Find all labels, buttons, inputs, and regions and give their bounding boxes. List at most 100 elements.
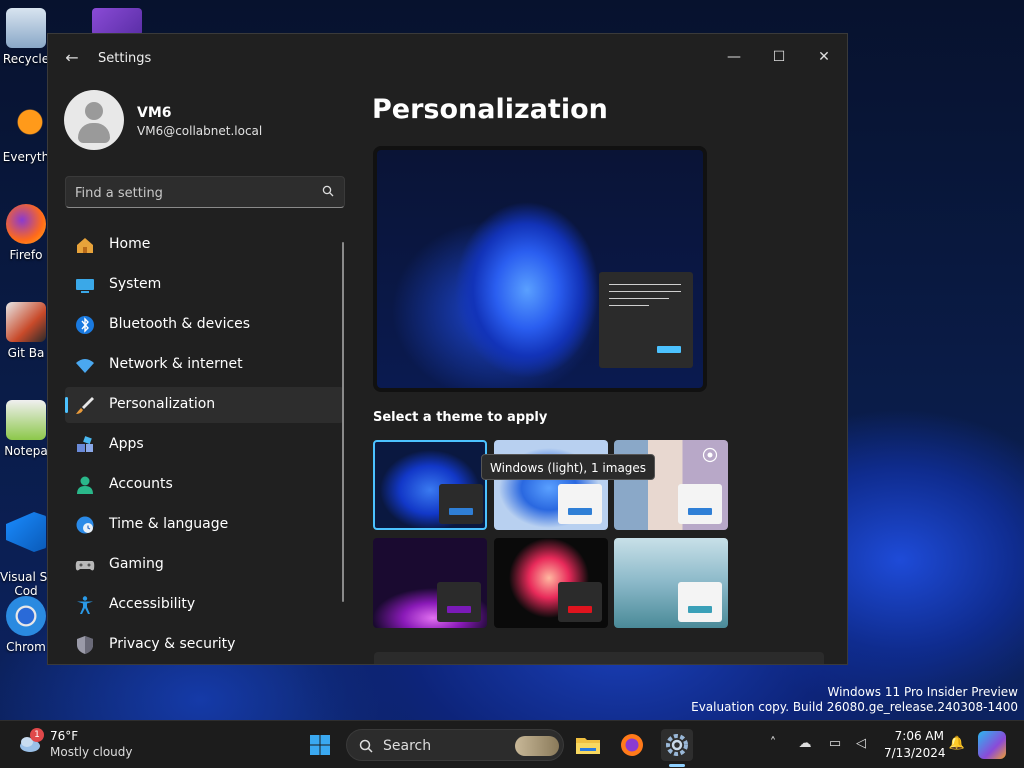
sidebar-item-bluetooth[interactable]: Bluetooth & devices xyxy=(65,307,344,343)
recycle-bin-icon xyxy=(6,8,46,48)
avatar xyxy=(64,90,124,150)
wifi-icon xyxy=(76,359,94,373)
shield-icon xyxy=(77,636,93,654)
active-app-indicator xyxy=(669,764,685,767)
desktop-icon-label: Notepa xyxy=(4,444,48,458)
sidebar-item-privacy-security[interactable]: Privacy & security xyxy=(65,627,344,663)
sidebar-item-label: System xyxy=(109,276,162,292)
spotlight-camera-icon xyxy=(702,447,718,463)
folder-icon xyxy=(576,738,600,754)
globe-clock-icon xyxy=(76,516,94,534)
sidebar-item-label: Time & language xyxy=(109,516,229,532)
active-indicator xyxy=(65,397,68,413)
user-email: VM6@collabnet.local xyxy=(137,124,263,138)
theme-tooltip: Windows (light), 1 images xyxy=(481,454,656,480)
back-button[interactable]: ← xyxy=(62,48,82,68)
settings-taskbar-button[interactable] xyxy=(661,729,693,761)
minimize-button[interactable]: — xyxy=(712,42,756,72)
start-button[interactable] xyxy=(304,729,336,761)
search-icon xyxy=(359,739,373,753)
sidebar-item-apps[interactable]: Apps xyxy=(65,427,344,463)
settings-card[interactable] xyxy=(374,652,824,664)
sidebar-item-time-language[interactable]: Time & language xyxy=(65,507,344,543)
network-icon[interactable]: ▭ xyxy=(826,735,844,753)
desktop-icon-label: Visual St Cod xyxy=(0,570,52,598)
sidebar-item-label: Personalization xyxy=(109,396,216,412)
main-content: Personalization Select a theme to apply xyxy=(358,82,847,664)
search-icon xyxy=(322,185,334,197)
desktop-icon-label: Everyth xyxy=(2,150,50,164)
desktop-icon-label: Git Ba xyxy=(7,346,45,360)
watermark-line-2: Evaluation copy. Build 26080.ge_release.… xyxy=(691,700,1018,714)
firefox-icon xyxy=(6,204,46,244)
chrome-icon xyxy=(6,596,46,636)
show-hidden-icons-chevron-up-icon[interactable]: ˄ xyxy=(764,735,782,753)
watermark-line-1: Windows 11 Pro Insider Preview xyxy=(827,685,1018,699)
preview-accent-button xyxy=(657,346,681,353)
section-label-themes: Select a theme to apply xyxy=(373,410,548,425)
bluetooth-icon xyxy=(76,316,94,334)
close-button[interactable]: ✕ xyxy=(802,42,846,72)
person-icon xyxy=(77,476,93,494)
weather-desc: Mostly cloudy xyxy=(50,745,133,759)
settings-window: ← Settings — ☐ ✕ VM6 VM6@collabnet.local… xyxy=(47,33,848,665)
vscode-icon xyxy=(6,512,46,552)
apps-icon xyxy=(77,436,93,452)
brush-icon xyxy=(76,397,94,414)
sidebar-item-system[interactable]: System xyxy=(65,267,344,303)
clock-date[interactable]: 7/13/2024 xyxy=(884,746,946,760)
gamepad-icon xyxy=(75,561,95,571)
title-bar[interactable]: ← Settings — ☐ ✕ xyxy=(48,34,847,82)
evaluation-watermark: Windows 11 Pro Insider Preview Evaluatio… xyxy=(691,685,1018,715)
clock-time[interactable]: 7:06 AM xyxy=(884,729,944,743)
theme-preview xyxy=(373,146,707,392)
desktop-icon-label: Chrom xyxy=(6,640,46,654)
search-box[interactable] xyxy=(65,176,345,208)
sidebar-item-accounts[interactable]: Accounts xyxy=(65,467,344,503)
sidebar-item-label: Accessibility xyxy=(109,596,196,612)
theme-windows-dark[interactable] xyxy=(373,440,487,530)
preview-window xyxy=(599,272,693,368)
sidebar-item-label: Bluetooth & devices xyxy=(109,316,251,332)
sidebar-scrollbar[interactable] xyxy=(342,242,344,602)
theme-captured-motion[interactable] xyxy=(494,538,608,628)
taskbar-search-label: Search xyxy=(383,738,432,754)
sidebar-item-label: Home xyxy=(109,236,151,252)
gear-icon xyxy=(666,734,688,756)
visual-studio-icon[interactable] xyxy=(92,8,142,36)
theme-glow[interactable] xyxy=(373,538,487,628)
git-bash-icon xyxy=(6,302,46,342)
weather-temp: 76°F xyxy=(50,729,79,743)
nav-list: Home System Bluetooth & devices Network … xyxy=(65,227,344,664)
taskbar-search[interactable]: Search xyxy=(346,729,564,761)
file-explorer-button[interactable] xyxy=(572,729,604,761)
home-icon xyxy=(77,238,93,253)
sidebar-item-label: Network & internet xyxy=(109,356,243,372)
sidebar-item-network[interactable]: Network & internet xyxy=(65,347,344,383)
monitor-icon xyxy=(76,279,94,293)
firefox-taskbar-button[interactable] xyxy=(616,729,648,761)
copilot-icon[interactable] xyxy=(978,731,1006,759)
onedrive-cloud-icon[interactable]: ☁ xyxy=(796,735,814,753)
taskbar: 1 76°F Mostly cloudy Search ˄ ☁ ▭ ◁ 7:06 xyxy=(0,720,1024,768)
notification-bell-icon[interactable]: 🔔 xyxy=(948,735,966,753)
sidebar-item-home[interactable]: Home xyxy=(65,227,344,263)
theme-flow[interactable] xyxy=(614,538,728,628)
user-profile[interactable]: VM6 VM6@collabnet.local xyxy=(64,90,354,152)
sidebar-item-label: Apps xyxy=(109,436,144,452)
sidebar-item-label: Privacy & security xyxy=(109,636,236,652)
sidebar-item-accessibility[interactable]: Accessibility xyxy=(65,587,344,623)
sidebar-item-personalization[interactable]: Personalization xyxy=(65,387,344,423)
weather-badge: 1 xyxy=(30,728,44,742)
search-highlight-image xyxy=(515,736,559,756)
volume-muted-icon[interactable]: ◁ xyxy=(852,735,870,753)
page-title: Personalization xyxy=(372,94,608,125)
sidebar-item-label: Accounts xyxy=(109,476,173,492)
user-name: VM6 xyxy=(137,105,172,121)
sidebar-item-gaming[interactable]: Gaming xyxy=(65,547,344,583)
maximize-button[interactable]: ☐ xyxy=(757,42,801,72)
search-input[interactable] xyxy=(75,183,305,203)
everything-search-icon xyxy=(6,106,46,146)
firefox-icon xyxy=(621,734,643,756)
accessibility-icon xyxy=(77,596,93,614)
